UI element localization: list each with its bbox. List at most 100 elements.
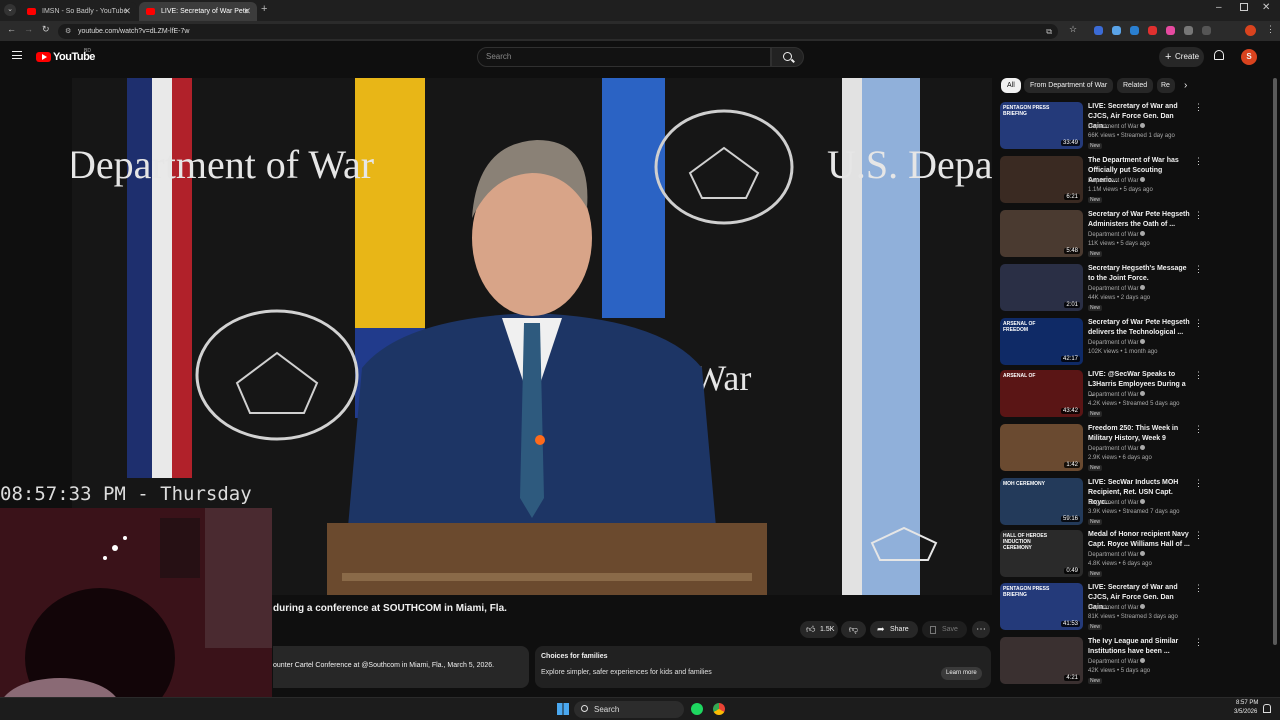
channel-name[interactable]: Department of War xyxy=(1088,551,1146,558)
recommendation-item[interactable]: 1:42 Freedom 250: This Week in Military H… xyxy=(1000,424,1205,474)
channel-name[interactable]: Department of War xyxy=(1088,177,1146,184)
video-title[interactable]: Freedom 250: This Week in Military Histo… xyxy=(1088,424,1190,444)
more-options-icon[interactable]: ⋮ xyxy=(1194,102,1203,113)
chrome-icon[interactable] xyxy=(713,703,725,715)
hamburger-menu-icon[interactable] xyxy=(12,51,22,59)
site-info-icon[interactable]: ⚙ xyxy=(65,24,71,39)
start-windows-icon[interactable] xyxy=(557,703,569,715)
tab-imsn[interactable]: IMSN - So Badly - YouTube ✕ xyxy=(20,2,137,21)
more-options-icon[interactable]: ⋮ xyxy=(1194,156,1203,167)
learn-more-button[interactable]: Learn more xyxy=(941,667,982,680)
more-options-icon[interactable]: ⋮ xyxy=(1194,637,1203,648)
more-options-icon[interactable]: ⋮ xyxy=(1194,210,1203,221)
tab-search-icon[interactable]: ⌄ xyxy=(4,4,16,16)
back-icon[interactable]: ← xyxy=(7,24,16,34)
close-tab-icon[interactable]: ✕ xyxy=(123,2,131,21)
save-button[interactable]: Save xyxy=(922,621,967,638)
notifications-bell-icon[interactable] xyxy=(1214,50,1224,60)
extension-icon[interactable] xyxy=(1166,26,1175,35)
channel-name[interactable]: Department of War xyxy=(1088,445,1146,452)
taskbar-search[interactable]: Search xyxy=(574,701,684,718)
address-bar[interactable]: ⚙ youtube.com/watch?v=dLZM-lfE-7w ⧉ xyxy=(58,24,1058,39)
promo-card[interactable]: Choices for families Explore simpler, sa… xyxy=(535,646,991,688)
video-title[interactable]: Secretary of War Pete Hegseth Administer… xyxy=(1088,210,1190,230)
channel-name[interactable]: Department of War xyxy=(1088,391,1146,398)
recommendation-item[interactable]: MOH CEREMONY 59:16 LIVE: SecWar Inducts MO… xyxy=(1000,478,1205,528)
channel-name[interactable]: Department of War xyxy=(1088,499,1146,506)
recommendation-item[interactable]: ARSENAL OF FREEDOM 42:17 Secretary of War … xyxy=(1000,318,1205,368)
description-box[interactable]: ounter Cartel Conference at @Southcom in… xyxy=(273,646,529,688)
bookmark-star-icon[interactable]: ☆ xyxy=(1069,24,1077,35)
more-options-icon[interactable]: ⋮ xyxy=(1194,424,1203,435)
maximize-icon[interactable] xyxy=(1240,3,1248,11)
minimize-icon[interactable]: – xyxy=(1216,2,1222,13)
video-thumbnail[interactable]: 1:42 xyxy=(1000,424,1083,471)
taskbar-time[interactable]: 8:57 PM xyxy=(1236,700,1258,706)
spotify-icon[interactable] xyxy=(691,703,703,715)
channel-name[interactable]: Department of War xyxy=(1088,604,1146,611)
video-title[interactable]: Medal of Honor recipient Navy Capt. Royc… xyxy=(1088,530,1190,550)
extension-icon[interactable] xyxy=(1148,26,1157,35)
page-scrollbar[interactable] xyxy=(1273,78,1277,645)
video-thumbnail[interactable]: PENTAGON PRESS BRIEFING 41:53 xyxy=(1000,583,1083,630)
extensions-puzzle-icon[interactable] xyxy=(1202,26,1211,35)
new-tab-icon[interactable]: + xyxy=(261,3,267,15)
video-thumbnail[interactable]: 4:21 xyxy=(1000,637,1083,684)
more-options-icon[interactable]: ⋮ xyxy=(1194,264,1203,275)
tab-live-secretary[interactable]: LIVE: Secretary of War Pete ✕ xyxy=(139,2,257,21)
video-title[interactable]: Secretary of War Pete Hegseth delivers t… xyxy=(1088,318,1190,338)
more-options-icon[interactable]: ⋮ xyxy=(1194,478,1203,489)
video-title[interactable]: The Ivy League and Similar Institutions … xyxy=(1088,637,1190,657)
recommendation-item[interactable]: 6:21 The Department of War has Officially… xyxy=(1000,156,1205,206)
avatar[interactable]: S xyxy=(1241,49,1257,65)
close-window-icon[interactable]: ✕ xyxy=(1262,2,1270,13)
chips-next-icon[interactable]: › xyxy=(1184,80,1187,91)
channel-name[interactable]: Department of War xyxy=(1088,658,1146,665)
recommendation-item[interactable]: HALL OF HEROES INDUCTION CEREMONY 0:49 Med… xyxy=(1000,530,1205,580)
forward-icon[interactable]: → xyxy=(24,24,33,34)
more-actions-button[interactable]: ⋯ xyxy=(972,621,990,638)
search-input[interactable]: Search xyxy=(477,47,771,67)
recommendation-item[interactable]: 2:01 Secretary Hegseth's Message to the J… xyxy=(1000,264,1205,314)
video-thumbnail[interactable]: 5:48 xyxy=(1000,210,1083,257)
video-thumbnail[interactable]: HALL OF HEROES INDUCTION CEREMONY 0:49 xyxy=(1000,530,1083,577)
search-button[interactable] xyxy=(771,47,804,67)
video-thumbnail[interactable]: ARSENAL OF FREEDOM 42:17 xyxy=(1000,318,1083,365)
profile-avatar-icon[interactable] xyxy=(1245,25,1256,36)
create-button[interactable]: + Create xyxy=(1159,47,1204,67)
channel-name[interactable]: Department of War xyxy=(1088,339,1146,346)
video-thumbnail[interactable]: PENTAGON PRESS BRIEFING 33:49 xyxy=(1000,102,1083,149)
like-button[interactable]: 👍︎ 1.5K xyxy=(800,621,838,638)
channel-name[interactable]: Department of War xyxy=(1088,123,1146,130)
video-thumbnail[interactable]: 2:01 xyxy=(1000,264,1083,311)
channel-name[interactable]: Department of War xyxy=(1088,231,1146,238)
chip-all[interactable]: All xyxy=(1001,78,1021,93)
chip-from-department[interactable]: From Department of War xyxy=(1024,78,1114,93)
video-title[interactable]: Secretary Hegseth's Message to the Joint… xyxy=(1088,264,1190,284)
dislike-button[interactable]: 👎︎ xyxy=(841,621,866,638)
extension-icon[interactable] xyxy=(1184,26,1193,35)
more-options-icon[interactable]: ⋮ xyxy=(1194,318,1203,329)
more-options-icon[interactable]: ⋮ xyxy=(1194,530,1203,541)
chip-recent[interactable]: Re xyxy=(1157,78,1175,93)
more-options-icon[interactable]: ⋮ xyxy=(1194,370,1203,381)
extension-icon[interactable] xyxy=(1094,26,1103,35)
notification-icon[interactable] xyxy=(1263,704,1271,713)
recommendation-item[interactable]: ARSENAL OF 43:42 LIVE: @SecWar Speaks to L… xyxy=(1000,370,1205,420)
channel-name[interactable]: Department of War xyxy=(1088,285,1146,292)
more-options-icon[interactable]: ⋮ xyxy=(1194,583,1203,594)
cut-off-recommendation[interactable] xyxy=(1088,690,1188,697)
browser-menu-icon[interactable]: ⋮ xyxy=(1266,24,1275,35)
chip-related[interactable]: Related xyxy=(1117,78,1154,93)
video-thumbnail[interactable]: ARSENAL OF 43:42 xyxy=(1000,370,1083,417)
recommendation-item[interactable]: 4:21 The Ivy League and Similar Instituti… xyxy=(1000,637,1205,687)
share-button[interactable]: ➦ Share xyxy=(870,621,918,638)
recommendation-item[interactable]: 5:48 Secretary of War Pete Hegseth Admini… xyxy=(1000,210,1205,260)
extension-icon[interactable] xyxy=(1112,26,1121,35)
close-tab-icon[interactable]: ✕ xyxy=(243,2,251,21)
video-thumbnail[interactable]: MOH CEREMONY 59:16 xyxy=(1000,478,1083,525)
recommendation-item[interactable]: PENTAGON PRESS BRIEFING 41:53 LIVE: Secret… xyxy=(1000,583,1205,633)
video-thumbnail[interactable]: 6:21 xyxy=(1000,156,1083,203)
recommendation-item[interactable]: PENTAGON PRESS BRIEFING 33:49 LIVE: Secret… xyxy=(1000,102,1205,152)
reload-icon[interactable]: ↻ xyxy=(42,24,50,35)
